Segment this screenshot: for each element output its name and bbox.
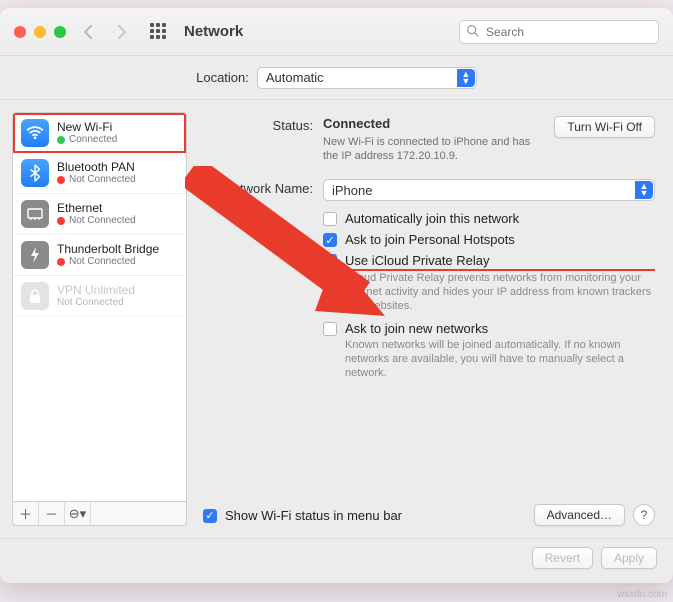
wifi-icon xyxy=(21,119,49,147)
location-row: Location: Automatic ▲▼ xyxy=(0,56,673,100)
checkbox-relay[interactable]: ✓ xyxy=(323,254,337,268)
network-name-label: Network Name: xyxy=(203,179,323,201)
checkbox-asknew[interactable] xyxy=(323,322,337,336)
status-dot-icon xyxy=(57,176,65,184)
window-title: Network xyxy=(184,23,243,40)
list-footer: ＋ － ⊖▾ xyxy=(12,502,187,526)
menubar-label: Show Wi-Fi status in menu bar xyxy=(225,508,402,523)
checkbox-hotspot[interactable]: ✓ xyxy=(323,233,337,247)
status-value: Connected xyxy=(323,116,542,131)
advanced-button[interactable]: Advanced… xyxy=(534,504,625,526)
lock-icon xyxy=(21,282,49,310)
checkbox-menubar[interactable]: ✓ xyxy=(203,509,217,523)
relay-description: iCloud Private Relay prevents networks f… xyxy=(345,271,655,313)
chevron-updown-icon: ▲▼ xyxy=(457,69,475,87)
service-item-ethernet[interactable]: Ethernet Not Connected xyxy=(13,194,186,235)
location-select[interactable]: Automatic ▲▼ xyxy=(257,67,477,89)
location-label: Location: xyxy=(196,70,249,85)
minimize-icon[interactable] xyxy=(34,26,46,38)
network-name-value: iPhone xyxy=(332,183,372,198)
service-item-thunderbolt[interactable]: Thunderbolt Bridge Not Connected xyxy=(13,235,186,276)
add-service-button[interactable]: ＋ xyxy=(13,502,39,525)
zoom-icon[interactable] xyxy=(54,26,66,38)
sidebar: New Wi-Fi Connected Bluetooth PAN Not Co… xyxy=(12,112,187,526)
menubar-row[interactable]: ✓ Show Wi-Fi status in menu bar xyxy=(203,508,402,523)
back-button[interactable] xyxy=(76,19,100,45)
search-input[interactable] xyxy=(459,20,659,44)
asknew-row[interactable]: Ask to join new networks Known networks … xyxy=(323,321,655,380)
service-item-vpn[interactable]: VPN Unlimited Not Connected xyxy=(13,276,186,317)
thunderbolt-icon xyxy=(21,241,49,269)
service-name: New Wi-Fi xyxy=(57,121,117,134)
apply-button[interactable]: Apply xyxy=(601,547,657,569)
asknew-description: Known networks will be joined automatica… xyxy=(345,338,655,380)
turn-wifi-off-button[interactable]: Turn Wi-Fi Off xyxy=(554,116,655,138)
bluetooth-icon xyxy=(21,159,49,187)
status-dot-icon xyxy=(57,258,65,266)
help-button[interactable]: ? xyxy=(633,504,655,526)
service-status: Not Connected xyxy=(69,215,136,226)
main-panel: Status: Connected New Wi-Fi is connected… xyxy=(197,112,661,526)
service-status: Connected xyxy=(69,134,117,145)
service-name: Thunderbolt Bridge xyxy=(57,243,159,256)
close-icon[interactable] xyxy=(14,26,26,38)
show-all-icon[interactable] xyxy=(150,23,168,41)
location-value: Automatic xyxy=(266,70,324,85)
service-status: Not Connected xyxy=(57,297,124,308)
service-list: New Wi-Fi Connected Bluetooth PAN Not Co… xyxy=(12,112,187,502)
relay-row[interactable]: ✓ Use iCloud Private Relay iCloud Privat… xyxy=(323,253,655,313)
network-name-select[interactable]: iPhone ▲▼ xyxy=(323,179,655,201)
service-name: VPN Unlimited xyxy=(57,284,135,297)
autojoin-row[interactable]: Automatically join this network xyxy=(323,211,655,226)
service-item-new-wifi[interactable]: New Wi-Fi Connected xyxy=(13,113,186,153)
remove-service-button[interactable]: － xyxy=(39,502,65,525)
hotspot-row[interactable]: ✓ Ask to join Personal Hotspots xyxy=(323,232,655,247)
service-status: Not Connected xyxy=(69,256,136,267)
status-dot-icon xyxy=(57,136,65,144)
service-status: Not Connected xyxy=(69,174,136,185)
forward-button[interactable] xyxy=(110,19,134,45)
revert-button[interactable]: Revert xyxy=(532,547,593,569)
asknew-label: Ask to join new networks xyxy=(345,321,655,336)
preferences-window: Network Location: Automatic ▲▼ New Wi-Fi xyxy=(0,8,673,583)
status-label: Status: xyxy=(203,116,323,163)
chevron-updown-icon: ▲▼ xyxy=(635,181,653,199)
hotspot-label: Ask to join Personal Hotspots xyxy=(345,232,515,247)
content-area: New Wi-Fi Connected Bluetooth PAN Not Co… xyxy=(0,100,673,538)
autojoin-label: Automatically join this network xyxy=(345,211,519,226)
search-icon xyxy=(466,24,479,40)
service-actions-button[interactable]: ⊖▾ xyxy=(65,502,91,525)
relay-label: Use iCloud Private Relay xyxy=(345,253,655,269)
titlebar: Network xyxy=(0,8,673,56)
service-name: Ethernet xyxy=(57,202,136,215)
service-item-bluetooth[interactable]: Bluetooth PAN Not Connected xyxy=(13,153,186,194)
status-dot-icon xyxy=(57,217,65,225)
footer: Revert Apply xyxy=(0,538,673,583)
status-description: New Wi-Fi is connected to iPhone and has… xyxy=(323,135,542,163)
service-name: Bluetooth PAN xyxy=(57,161,136,174)
watermark: wsxdn.com xyxy=(617,589,667,600)
search-field[interactable] xyxy=(459,20,659,44)
ethernet-icon xyxy=(21,200,49,228)
checkbox-autojoin[interactable] xyxy=(323,212,337,226)
traffic-lights xyxy=(14,26,66,38)
